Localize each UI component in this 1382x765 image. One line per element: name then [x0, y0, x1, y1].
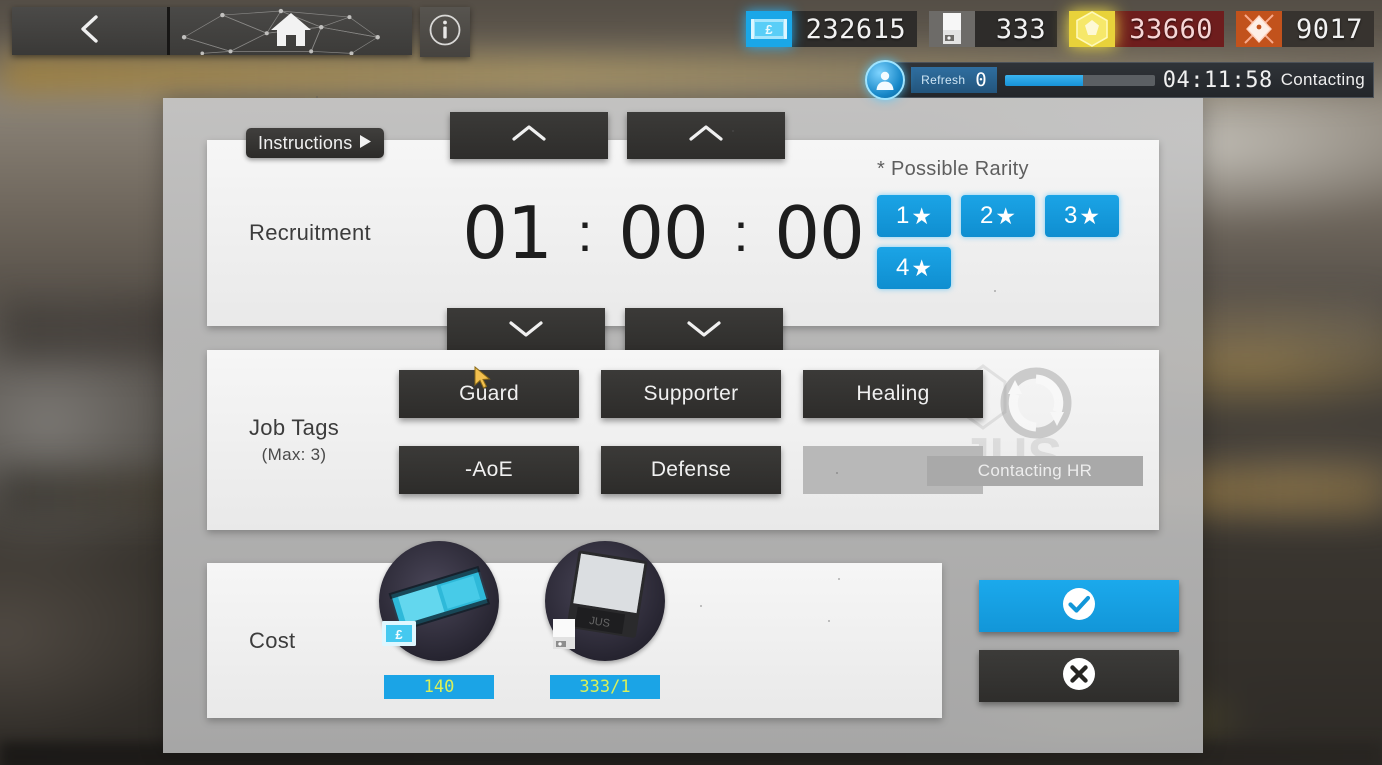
svg-text:£: £	[395, 627, 403, 642]
refresh-circle-icon[interactable]	[997, 364, 1075, 442]
recruit-permit-icon	[929, 11, 976, 47]
lmd-banknote-icon: £	[382, 621, 416, 646]
star-icon: ★	[911, 202, 932, 229]
job-tag-aoe[interactable]: -AoE	[399, 446, 579, 494]
operator-avatar-icon[interactable]	[865, 60, 906, 100]
rarity-chip-1[interactable]: 1 ★	[877, 195, 951, 237]
currency-bar: £ 232615 333 33660 9017	[745, 8, 1374, 50]
instructions-tab[interactable]: Instructions	[246, 128, 385, 158]
contacting-hr-button[interactable]: Contacting HR	[927, 456, 1143, 486]
refresh-progress-fill	[1004, 74, 1083, 86]
refresh-counter[interactable]: Refresh 0	[911, 67, 997, 93]
orundum-hex-icon	[1069, 11, 1116, 47]
possible-rarity-title: * Possible Rarity	[877, 158, 1029, 180]
timer-minutes: 00	[618, 191, 709, 275]
job-tag-supporter[interactable]: Supporter	[601, 370, 781, 418]
currency-orundum[interactable]: 33660	[1069, 11, 1224, 47]
job-tags-label: Job Tags (Max: 3)	[249, 415, 339, 465]
refresh-status-bar: Refresh 0 04:11:58 Contacting	[865, 60, 1374, 100]
action-buttons	[979, 580, 1179, 720]
cost-item-lmd[interactable]: £ 140	[375, 541, 503, 699]
currency-headhunt-value: 9017	[1281, 11, 1374, 47]
timer-separator: :	[577, 203, 593, 263]
currency-permit[interactable]: 333	[929, 11, 1058, 47]
refresh-status-text: Contacting	[1280, 70, 1365, 89]
recruitment-label: Recruitment	[249, 220, 371, 245]
currency-lmd[interactable]: £ 232615	[745, 11, 918, 47]
cost-label: Cost	[249, 627, 296, 653]
currency-lmd-value: 232615	[791, 11, 918, 47]
refresh-progress-bar	[1004, 74, 1155, 86]
recruitment-screen: £ 232615 333 33660 9017 Refresh 0 04:11:…	[0, 0, 1382, 765]
cost-permit-amount: 333/1	[550, 675, 660, 699]
check-circle-icon	[1060, 585, 1098, 628]
star-icon: ★	[995, 202, 1016, 229]
currency-permit-value: 333	[975, 11, 1058, 47]
rarity-chip-3[interactable]: 3 ★	[1045, 195, 1119, 237]
info-icon	[428, 13, 462, 52]
instructions-label: Instructions	[258, 132, 353, 153]
job-tags-card: Job Tags (Max: 3) JUS Guard Supporter He…	[207, 350, 1159, 530]
lmd-banknote-icon: £	[745, 11, 792, 47]
chevron-left-icon	[77, 14, 103, 49]
home-icon	[268, 9, 314, 54]
top-bar: £ 232615 333 33660 9017	[0, 0, 1382, 62]
star-icon: ★	[911, 254, 932, 281]
job-tag-guard[interactable]: Guard	[399, 370, 579, 418]
cancel-button[interactable]	[979, 650, 1179, 702]
close-circle-icon	[1060, 655, 1098, 698]
job-tag-defense[interactable]: Defense	[601, 446, 781, 494]
back-button[interactable]	[12, 7, 170, 55]
cost-lmd-amount: 140	[384, 675, 494, 699]
refresh-timer: 04:11:58	[1162, 67, 1273, 93]
cost-card: Cost £ 140 JUS 333/1	[207, 541, 942, 718]
recruit-permit-icon	[553, 619, 575, 649]
cost-item-list: £ 140 JUS 333/1	[375, 541, 669, 699]
main-panel: Instructions Recruitment 01: 00: 00 * …	[163, 98, 1203, 753]
hr-refresh-group: Contacting HR	[927, 364, 1145, 486]
refresh-count: 0	[975, 69, 987, 91]
rarity-number: 3	[1064, 202, 1078, 229]
refresh-label: Refresh	[921, 73, 966, 87]
info-button[interactable]	[420, 7, 470, 57]
job-tag-list: Guard Supporter Healing -AoE Defense	[399, 370, 983, 494]
rarity-number: 1	[896, 202, 910, 229]
timer-seconds: 00	[774, 191, 865, 275]
home-button[interactable]	[170, 7, 412, 55]
timer-separator: :	[733, 203, 749, 263]
nav-left-group	[12, 7, 412, 55]
rarity-chip-2[interactable]: 2 ★	[961, 195, 1035, 237]
rarity-number: 4	[896, 254, 910, 281]
currency-headhunt-ticket[interactable]: 9017	[1235, 11, 1374, 47]
timer-hours: 01	[462, 191, 553, 275]
star-icon: ★	[1079, 202, 1100, 229]
job-tags-max: (Max: 3)	[261, 445, 327, 464]
rarity-chip-4[interactable]: 4 ★	[877, 247, 951, 289]
recruitment-card: Recruitment 01: 00: 00 * Possible Rari…	[207, 112, 1159, 355]
headhunt-ticket-icon	[1235, 11, 1282, 47]
svg-text:£: £	[765, 22, 773, 37]
possible-rarity-group: * Possible Rarity 1 ★ 2 ★ 3 ★ 4 ★	[877, 158, 1137, 299]
play-arrow-icon	[359, 133, 372, 154]
currency-orundum-value: 33660	[1115, 11, 1224, 47]
recruitment-timer: 01 : 00 : 00	[447, 140, 947, 326]
rarity-number: 2	[980, 202, 994, 229]
job-tags-title: Job Tags	[249, 415, 340, 440]
cost-item-permit[interactable]: JUS 333/1	[541, 541, 669, 699]
confirm-button[interactable]	[979, 580, 1179, 632]
